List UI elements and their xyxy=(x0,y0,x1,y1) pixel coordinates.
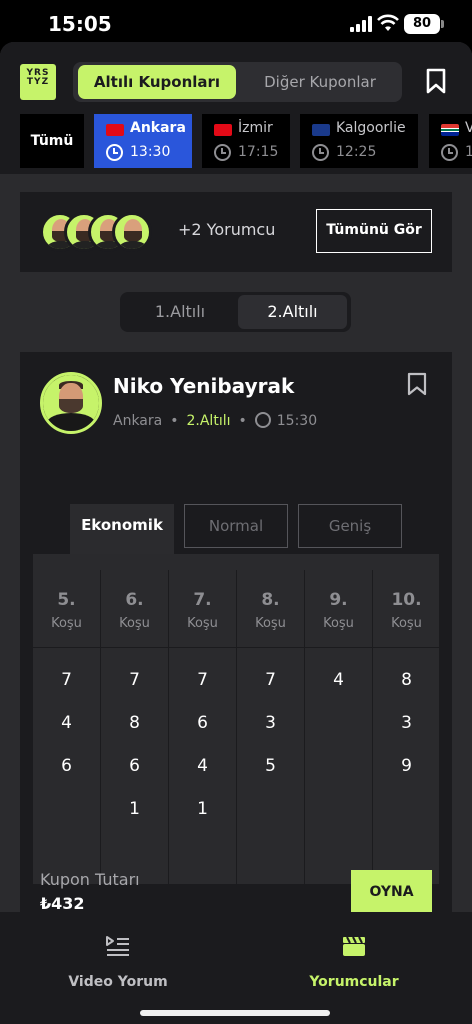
tab-altili-kuponlari[interactable]: Altılı Kuponları xyxy=(78,65,236,99)
horse-pick: 3 xyxy=(265,713,276,733)
status-bar: 15:05 80 xyxy=(0,0,472,46)
commentator-name: Niko Yenibayrak xyxy=(113,374,295,398)
bookmark-icon[interactable] xyxy=(424,68,448,94)
horse-pick: 8 xyxy=(129,713,140,733)
signal-icon xyxy=(350,16,372,32)
coupon-altili: 2.Altılı xyxy=(186,413,231,429)
flag-south-africa-icon xyxy=(441,124,459,136)
see-all-button[interactable]: Tümünü Gör xyxy=(316,209,432,253)
coupon-type-tabs: Altılı Kuponları Diğer Kuponlar xyxy=(73,62,402,102)
race-column: 5. Koşu 7 4 6 xyxy=(33,570,101,892)
city-name: V xyxy=(465,120,472,136)
horse-pick: 1 xyxy=(129,799,140,819)
clock-icon xyxy=(254,412,271,428)
bottom-nav: Video Yorum Yorumcular xyxy=(0,912,472,1024)
city-izmir[interactable]: İzmir 17:15 xyxy=(202,114,290,168)
city-ankara[interactable]: Ankara 13:30 xyxy=(94,114,192,168)
city-time: 13:30 xyxy=(130,144,171,160)
coupon-card: Niko Yenibayrak Ankara • 2.Altılı • 15:30 Ek… xyxy=(20,352,452,912)
nav-label: Video Yorum xyxy=(68,974,168,990)
nav-yorumcular[interactable]: Yorumcular xyxy=(264,934,444,990)
horse-pick: 4 xyxy=(197,756,208,776)
separator-dot: • xyxy=(170,413,179,429)
race-header: 9. Koşu xyxy=(305,570,372,648)
commentator-avatar[interactable] xyxy=(40,372,102,434)
commentator-avatar[interactable] xyxy=(112,212,152,252)
app-frame: YRS TYZ Altılı Kuponları Diğer Kuponlar … xyxy=(0,42,472,912)
battery-icon: 80 xyxy=(404,14,440,34)
coupon-city: Ankara xyxy=(113,413,163,429)
city-filter-row: Tümü Ankara 13:30 İzmir 17:15 Kalgoorlie… xyxy=(0,108,472,174)
clock-icon xyxy=(106,144,123,161)
coupon-amount-label: Kupon Tutarı xyxy=(40,870,140,889)
race-header: 8. Koşu xyxy=(237,570,304,648)
clock-icon xyxy=(312,144,329,161)
horse-pick: 6 xyxy=(129,756,140,776)
extra-commentators-count: +2 Yorumcu xyxy=(178,220,276,239)
city-partial[interactable]: V 1 xyxy=(429,114,472,168)
logo: YRS TYZ xyxy=(20,64,56,100)
race-column: 7. Koşu 7 6 4 1 xyxy=(169,570,237,892)
tab-1-altili[interactable]: 1.Altılı xyxy=(124,295,236,329)
horse-pick: 6 xyxy=(61,756,72,776)
horse-pick: 7 xyxy=(129,670,140,690)
nav-label: Yorumcular xyxy=(309,974,399,990)
horse-pick: 4 xyxy=(333,670,344,690)
race-picks-grid: 5. Koşu 7 4 6 6. Koşu 7 8 6 1 7. Koşu 7 6 4… xyxy=(33,554,440,892)
clock-icon xyxy=(214,144,231,161)
altili-selector: 1.Altılı 2.Altılı xyxy=(120,292,351,332)
tab-diger-kuponlar[interactable]: Diğer Kuponlar xyxy=(243,65,397,99)
race-header: 6. Koşu xyxy=(101,570,168,648)
horse-pick: 1 xyxy=(197,799,208,819)
tab-genis[interactable]: Geniş xyxy=(298,504,402,548)
commentators-card: +2 Yorumcu Tümünü Gör xyxy=(20,192,452,272)
flag-turkey-icon xyxy=(106,124,124,136)
city-time: 17:15 xyxy=(238,144,279,160)
wifi-icon xyxy=(377,14,399,31)
flag-australia-icon xyxy=(312,124,330,136)
race-header: 5. Koşu xyxy=(33,570,100,648)
horse-pick: 7 xyxy=(61,670,72,690)
city-time: 1 xyxy=(465,144,472,160)
horse-pick: 8 xyxy=(401,670,412,690)
clock-icon xyxy=(441,144,458,161)
race-column: 8. Koşu 7 3 5 xyxy=(237,570,305,892)
city-name: Ankara xyxy=(130,120,186,136)
coupon-time: 15:30 xyxy=(276,413,318,429)
tab-2-altili[interactable]: 2.Altılı xyxy=(238,295,347,329)
header: YRS TYZ Altılı Kuponları Diğer Kuponlar xyxy=(0,42,472,108)
horse-pick: 3 xyxy=(401,713,412,733)
horse-pick: 4 xyxy=(61,713,72,733)
race-header: 10. Koşu xyxy=(373,570,440,648)
clapperboard-icon xyxy=(343,936,365,956)
tab-ekonomik[interactable]: Ekonomik xyxy=(70,504,174,554)
city-name: İzmir xyxy=(238,120,273,136)
status-time: 15:05 xyxy=(48,12,112,36)
horse-pick: 9 xyxy=(401,756,412,776)
horse-pick: 7 xyxy=(197,670,208,690)
separator-dot: • xyxy=(238,413,247,429)
battery-nub xyxy=(441,20,444,28)
city-name: Kalgoorlie xyxy=(336,120,406,136)
tab-normal[interactable]: Normal xyxy=(184,504,288,548)
coupon-meta: Ankara • 2.Altılı • 15:30 xyxy=(113,412,317,429)
play-button[interactable]: OYNA xyxy=(351,870,432,914)
city-all[interactable]: Tümü xyxy=(20,114,84,168)
city-kalgoorlie[interactable]: Kalgoorlie 12:25 xyxy=(300,114,418,168)
horse-pick: 7 xyxy=(265,670,276,690)
coupon-amount-value: ₺432 xyxy=(40,894,85,913)
bookmark-icon[interactable] xyxy=(406,372,428,396)
race-column: 10. Koşu 8 3 9 xyxy=(373,570,441,892)
race-column: 6. Koşu 7 8 6 1 xyxy=(101,570,169,892)
horse-pick: 6 xyxy=(197,713,208,733)
race-column: 9. Koşu 4 xyxy=(305,570,373,892)
city-time: 12:25 xyxy=(336,144,377,160)
video-list-icon xyxy=(106,936,129,956)
race-header: 7. Koşu xyxy=(169,570,236,648)
horse-pick: 5 xyxy=(265,756,276,776)
nav-video-yorum[interactable]: Video Yorum xyxy=(28,934,208,990)
home-indicator xyxy=(140,1010,330,1016)
flag-turkey-icon xyxy=(214,124,232,136)
